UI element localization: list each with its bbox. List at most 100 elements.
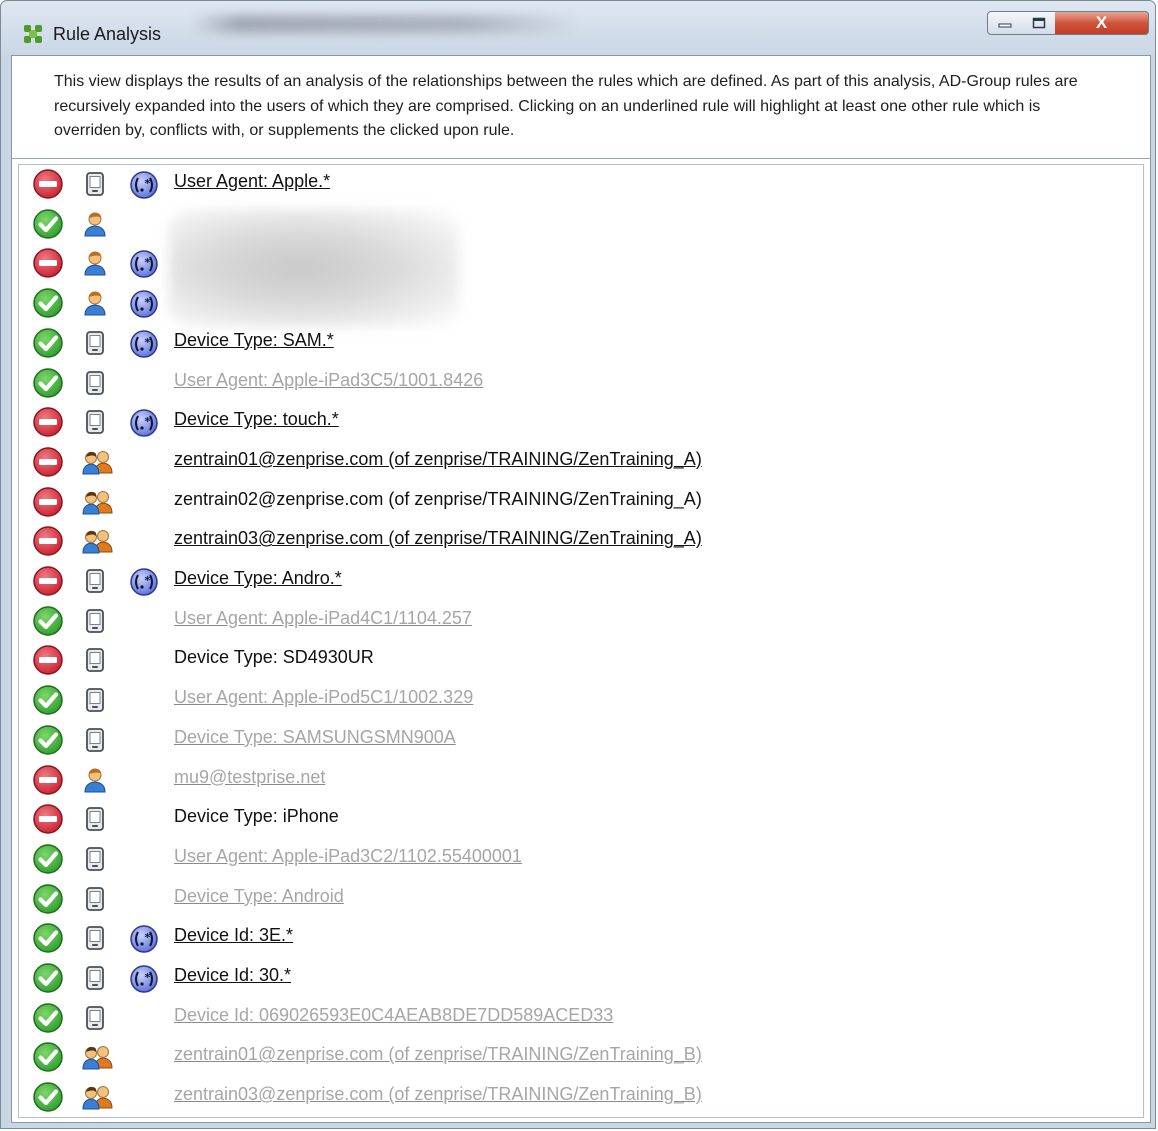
rule-row[interactable]: * [19,244,1143,284]
rule-row[interactable]: * [19,284,1143,324]
rule-link[interactable]: User Agent: Apple.* [174,171,330,192]
deny-stop-icon [32,446,64,478]
rule-row[interactable]: Device Id: 069026593E0C4AEAB8DE7DD589ACE… [19,999,1143,1039]
rule-row[interactable]: zentrain03@zenprise.com (of zenprise/TRA… [19,1078,1143,1117]
rule-link[interactable]: zentrain01@zenprise.com (of zenprise/TRA… [174,449,702,470]
rule-row[interactable]: zentrain01@zenprise.com (of zenprise/TRA… [19,443,1143,483]
deny-stop-icon [32,644,64,676]
deny-stop-icon [32,406,64,438]
device-icon [81,726,109,754]
rule-row[interactable]: User Agent: Apple-iPod5C1/1002.329 [19,681,1143,721]
deny-stop-icon [32,803,64,835]
rule-row[interactable] [19,205,1143,245]
description-text: This view displays the results of an ana… [12,56,1150,159]
rule-row[interactable]: * Device Id: 30.* [19,959,1143,999]
allow-check-icon [32,1041,64,1073]
rule-label: User Agent: Apple-iPad4C1/1104.257 [174,607,472,628]
regex-icon: * [129,170,159,200]
allow-check-icon [32,883,64,915]
rule-row[interactable]: Device Type: SD4930UR [19,641,1143,681]
redacted-title-area [191,15,581,33]
rule-link[interactable]: Device Type: touch.* [174,409,339,430]
rule-analysis-window: Rule Analysis X This view displays the r… [0,0,1156,1129]
rule-label: mu9@testprise.net [174,766,326,787]
regex-icon: * [129,249,159,279]
device-icon [81,845,109,873]
svg-text:*: * [145,296,151,309]
allow-check-icon [32,208,64,240]
svg-text:*: * [145,177,151,190]
device-icon [81,607,109,635]
rule-row[interactable]: * Device Id: 3E.* [19,919,1143,959]
rule-link[interactable]: Device Id: 30.* [174,965,291,986]
device-icon [81,686,109,714]
rule-row[interactable]: mu9@testprise.net [19,761,1143,801]
deny-stop-icon [32,525,64,557]
rule-row[interactable]: Device Type: Android [19,880,1143,920]
minimize-icon [998,23,1012,28]
device-icon [81,885,109,913]
user-icon [81,289,109,317]
user-group-icon [81,488,113,516]
device-icon [81,646,109,674]
rule-label: Device Type: Android [174,885,344,906]
deny-stop-icon [32,247,64,279]
svg-text:*: * [145,415,151,428]
deny-stop-icon [32,565,64,597]
svg-text:*: * [145,574,151,587]
rule-row[interactable]: Device Type: SAMSUNGSMN900A [19,721,1143,761]
rule-link[interactable]: Device Type: SAM.* [174,330,334,351]
device-icon [81,369,109,397]
rule-row[interactable]: User Agent: Apple-iPad3C2/1102.55400001 [19,840,1143,880]
rule-link[interactable]: zentrain03@zenprise.com (of zenprise/TRA… [174,528,702,549]
regex-icon: * [129,567,159,597]
rule-label: zentrain02@zenprise.com (of zenprise/TRA… [174,488,702,509]
allow-check-icon [32,843,64,875]
rule-label: Device Type: SAMSUNGSMN900A [174,726,456,747]
svg-text:*: * [145,256,151,269]
user-icon [81,766,109,794]
regex-icon: * [129,289,159,319]
maximize-button[interactable] [1022,11,1056,35]
close-button[interactable]: X [1055,11,1149,35]
rule-row[interactable]: User Agent: Apple-iPad3C5/1001.8426 [19,364,1143,404]
rule-link[interactable]: Device Type: Andro.* [174,568,342,589]
user-group-icon [81,448,113,476]
allow-check-icon [32,922,64,954]
device-icon [81,329,109,357]
title-bar[interactable]: Rule Analysis X [1,1,1155,55]
rule-row[interactable]: * Device Type: touch.* [19,403,1143,443]
user-group-icon [81,1043,113,1071]
regex-icon: * [129,924,159,954]
rule-row[interactable]: zentrain03@zenprise.com (of zenprise/TRA… [19,522,1143,562]
close-icon: X [1095,13,1108,32]
user-icon [81,210,109,238]
minimize-button[interactable] [987,11,1023,35]
rule-row[interactable]: zentrain02@zenprise.com (of zenprise/TRA… [19,483,1143,523]
allow-check-icon [32,367,64,399]
allow-check-icon [32,1002,64,1034]
rule-row[interactable]: zentrain01@zenprise.com (of zenprise/TRA… [19,1038,1143,1078]
maximize-icon [1032,17,1045,29]
device-icon [81,408,109,436]
rule-list[interactable]: * User Agent: Apple.* * * * Device Type:… [18,164,1144,1118]
rule-label: Device Id: 069026593E0C4AEAB8DE7DD589ACE… [174,1004,614,1025]
svg-text:*: * [145,931,151,944]
rule-row[interactable]: * Device Type: Andro.* [19,562,1143,602]
allow-check-icon [32,287,64,319]
app-icon [23,24,43,44]
rule-link[interactable]: Device Id: 3E.* [174,925,293,946]
allow-check-icon [32,1081,64,1113]
allow-check-icon [32,684,64,716]
device-icon [81,924,109,952]
svg-text:*: * [145,971,151,984]
rule-row[interactable]: * User Agent: Apple.* [19,165,1143,205]
device-icon [81,964,109,992]
rule-label: User Agent: Apple-iPad3C5/1001.8426 [174,369,484,390]
rule-row[interactable]: User Agent: Apple-iPad4C1/1104.257 [19,602,1143,642]
regex-icon: * [129,408,159,438]
rule-row[interactable]: * Device Type: SAM.* [19,324,1143,364]
rule-row[interactable]: Device Type: iPhone [19,800,1143,840]
user-icon [81,249,109,277]
rule-label: zentrain03@zenprise.com (of zenprise/TRA… [174,1084,702,1105]
